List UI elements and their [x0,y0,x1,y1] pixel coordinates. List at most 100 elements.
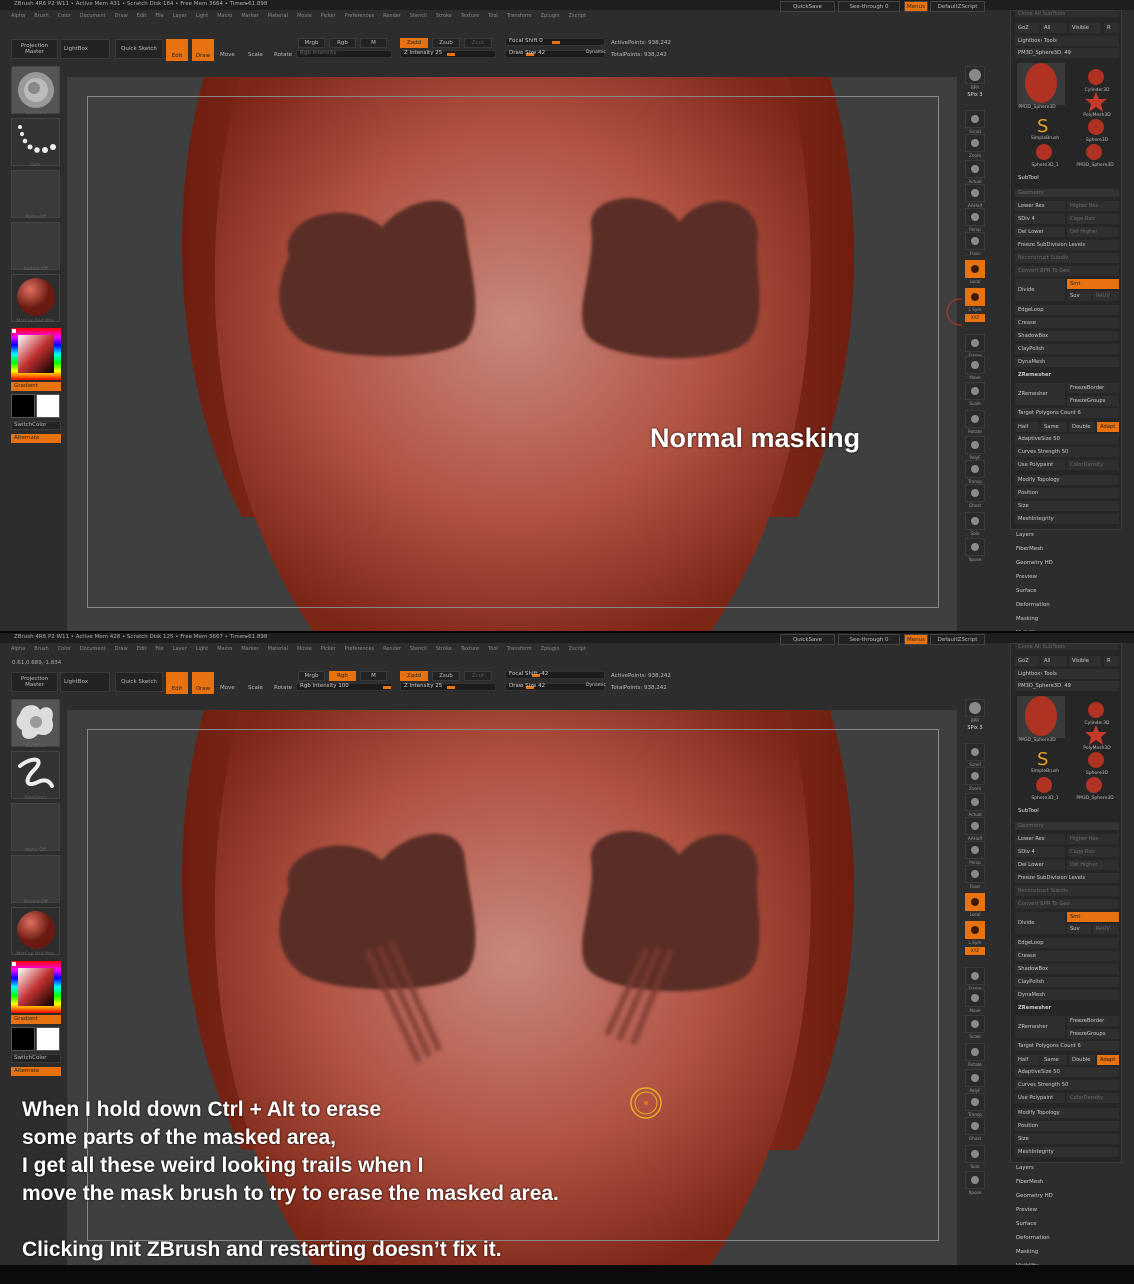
focal-shift-slider[interactable]: Focal Shift -42 [505,671,605,679]
smt-button[interactable]: Smt [1067,912,1119,922]
suv-button[interactable]: Suv [1067,291,1091,301]
rotate-button[interactable]: Rotate [274,685,292,691]
menu-edit[interactable]: Edit [137,646,147,656]
xpose-button[interactable] [965,1171,985,1189]
polyf-button[interactable] [965,436,985,454]
z-intensity-slider[interactable]: Z Intensity 25 [400,50,496,58]
geom-row-b-1[interactable]: Cage Rstr [1067,214,1119,224]
target-polygons-slider[interactable]: Target Polygons Count 6 [1015,408,1119,418]
zsub-button[interactable]: Zsub [432,38,460,48]
xpose-button[interactable] [965,538,985,556]
goz-button[interactable]: GoZ [1015,656,1039,666]
suv-button[interactable]: Suv [1067,924,1091,934]
convert-bpr-button[interactable]: Convert BPR To Geo [1015,899,1119,909]
spix-slider[interactable]: SPix 3 [960,725,990,731]
reuv-button[interactable]: ReUV [1093,291,1119,301]
section-surface[interactable]: Surface [1016,1221,1037,1227]
divide-button[interactable]: Divide [1015,912,1065,934]
goz-button[interactable]: GoZ [1015,23,1039,33]
menu-stencil[interactable]: Stencil [410,13,427,23]
quick-sketch-button[interactable]: Quick Sketch [115,672,163,692]
menu-color[interactable]: Color [58,646,71,656]
section-masking[interactable]: Masking [1016,616,1038,622]
menu-tool[interactable]: Tool [488,646,498,656]
texture-thumbnail[interactable] [11,855,60,903]
section-layers[interactable]: Layers [1016,1165,1034,1171]
same-button[interactable]: Same [1041,1055,1067,1065]
tool-thumbnail-0[interactable] [1017,63,1065,105]
r-button[interactable]: R [1104,23,1119,33]
geom-row-a-2[interactable]: Del Lower [1015,860,1065,870]
menu-zplugin[interactable]: Zplugin [541,13,560,23]
menu-file[interactable]: File [155,13,163,23]
menu-macro[interactable]: Macro [217,13,232,23]
stroke-thumbnail[interactable] [11,118,60,166]
quicksave-button[interactable]: QuickSave [780,1,835,12]
freeze-subdivision-button[interactable]: Freeze SubDivision Levels [1015,873,1119,883]
use-polypaint-button[interactable]: Use Polypaint [1015,460,1065,470]
convert-bpr-button[interactable]: Convert BPR To Geo [1015,266,1119,276]
size-button[interactable]: Size [1015,1134,1119,1144]
modify-topology-button[interactable]: Modify Topology [1015,1108,1119,1118]
tool-thumbnail-2[interactable] [1083,724,1109,746]
lightbox-tools-button[interactable]: Lightbox› Tools [1015,669,1119,679]
aahalf-button[interactable] [965,817,985,835]
clone-all-subtools-button[interactable]: Clone All SubTools [1015,644,1119,650]
section-deformation[interactable]: Deformation [1016,1235,1050,1241]
freezegroups-button[interactable]: FreezeGroups [1067,1029,1119,1039]
double-button[interactable]: Double [1069,422,1095,432]
menu-draw[interactable]: Draw [115,646,128,656]
gradient-button[interactable]: Gradient [11,1015,61,1024]
section-masking[interactable]: Masking [1016,1249,1038,1255]
z-intensity-slider[interactable]: Z Intensity 25 [400,683,496,691]
menu-render[interactable]: Render [383,13,401,23]
geom-row-b-2[interactable]: Del Higher [1067,860,1119,870]
menu-picker[interactable]: Picker [321,13,336,23]
position-button[interactable]: Position [1015,1121,1119,1131]
current-tool-slider[interactable]: PM3D_Sphere3D. 49 [1015,48,1119,58]
geom-row-b-2[interactable]: Del Higher [1067,227,1119,237]
material-thumbnail[interactable] [11,274,60,322]
geom-row-b-0[interactable]: Higher Res [1067,834,1119,844]
curves-strength-slider[interactable]: Curves Strength 50 [1015,1080,1119,1090]
m-button[interactable]: M [360,671,387,681]
solo-button[interactable] [965,1145,985,1163]
rgb-button[interactable]: Rgb [329,38,356,48]
subtool-header[interactable]: SubTool [1015,175,1119,184]
texture-thumbnail[interactable] [11,222,60,270]
tool-thumbnail-2[interactable] [1083,91,1109,113]
menu-stroke[interactable]: Stroke [436,13,452,23]
clone-all-subtools-button[interactable]: Clone All SubTools [1015,11,1119,17]
target-polygons-slider[interactable]: Target Polygons Count 6 [1015,1041,1119,1051]
polyf-button[interactable] [965,1069,985,1087]
reuv-button[interactable]: ReUV [1093,924,1119,934]
menu-tool[interactable]: Tool [488,13,498,23]
persp-button[interactable] [965,208,985,226]
aahalf-button[interactable] [965,184,985,202]
menu-layer[interactable]: Layer [173,13,187,23]
main-color-swatch[interactable] [11,1027,35,1051]
default-zscript-button[interactable]: DefaultZScript [930,1,985,12]
tool-thumbnail-0[interactable] [1017,696,1065,738]
actual-button[interactable] [965,793,985,811]
projection-master-button[interactable]: Projection Master [11,39,58,59]
claypolish-button[interactable]: ClayPolish [1015,344,1119,354]
section-visibility[interactable]: Visibility [1016,1263,1039,1265]
smt-button[interactable]: Smt [1067,279,1119,289]
tool-thumbnail-1[interactable] [1083,699,1109,721]
section-layers[interactable]: Layers [1016,532,1034,538]
geom-row-a-0[interactable]: Lower Res [1015,834,1065,844]
section-deformation[interactable]: Deformation [1016,602,1050,608]
m-button[interactable]: M [360,38,387,48]
gradient-button[interactable]: Gradient [11,382,61,391]
position-button[interactable]: Position [1015,488,1119,498]
tool-thumbnail-5[interactable] [1031,141,1057,163]
secondary-color-swatch[interactable] [36,1027,60,1051]
rgb-button[interactable]: Rgb [329,671,356,681]
zsub-button[interactable]: Zsub [432,671,460,681]
ghost-button[interactable] [965,1117,985,1135]
adaptive-size-slider[interactable]: AdaptiveSize 50 [1015,1067,1119,1077]
geom-row-a-1[interactable]: SDiv 4 [1015,847,1065,857]
tool-thumbnail-3[interactable]: S [1031,747,1057,770]
scale-button[interactable]: Scale [248,685,263,691]
